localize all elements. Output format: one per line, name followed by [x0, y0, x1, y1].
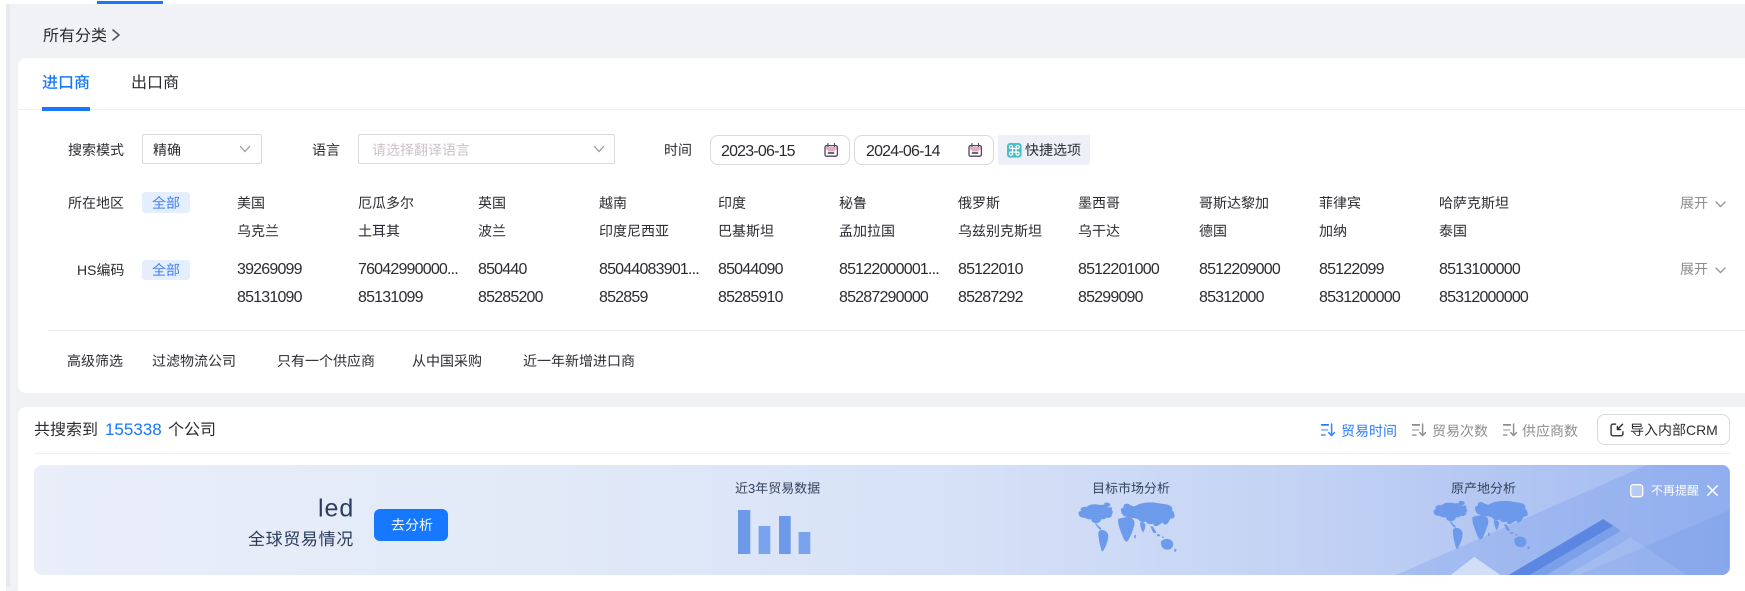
svg-text:85122010: 85122010: [958, 260, 1024, 277]
svg-text:8513100000: 8513100000: [1439, 260, 1521, 277]
svg-text:85044090: 85044090: [718, 260, 784, 277]
svg-text:85312000000: 85312000000: [1439, 288, 1529, 305]
svg-text:85131090: 85131090: [237, 288, 303, 305]
svg-text:8512201000: 8512201000: [1078, 260, 1160, 277]
svg-text:85131099: 85131099: [358, 288, 424, 305]
svg-text:85122000001...: 85122000001...: [839, 260, 939, 277]
svg-text:HS: HS: [77, 262, 96, 278]
svg-text:led: led: [318, 494, 354, 522]
svg-text:85287290000: 85287290000: [839, 288, 929, 305]
svg-text:85044083901...: 85044083901...: [599, 260, 699, 277]
svg-text:85285200: 85285200: [478, 288, 544, 305]
svg-text:8512209000: 8512209000: [1199, 260, 1281, 277]
svg-text:85122099: 85122099: [1319, 260, 1385, 277]
svg-text:85285910: 85285910: [718, 288, 784, 305]
svg-text:39269099: 39269099: [237, 260, 303, 277]
svg-text:CRM: CRM: [1685, 422, 1717, 438]
svg-text:852859: 852859: [599, 288, 648, 305]
svg-text:3: 3: [748, 480, 755, 495]
svg-text:85312000: 85312000: [1199, 288, 1265, 305]
svg-text:2023-06-15: 2023-06-15: [721, 143, 796, 160]
svg-text:155338: 155338: [104, 420, 161, 439]
svg-text:850440: 850440: [478, 260, 527, 277]
svg-text:85299090: 85299090: [1078, 288, 1144, 305]
svg-text:85287292: 85287292: [958, 288, 1024, 305]
svg-text:76042990000...: 76042990000...: [358, 260, 458, 277]
svg-text:8531200000: 8531200000: [1319, 288, 1401, 305]
svg-text:2024-06-14: 2024-06-14: [866, 143, 941, 160]
